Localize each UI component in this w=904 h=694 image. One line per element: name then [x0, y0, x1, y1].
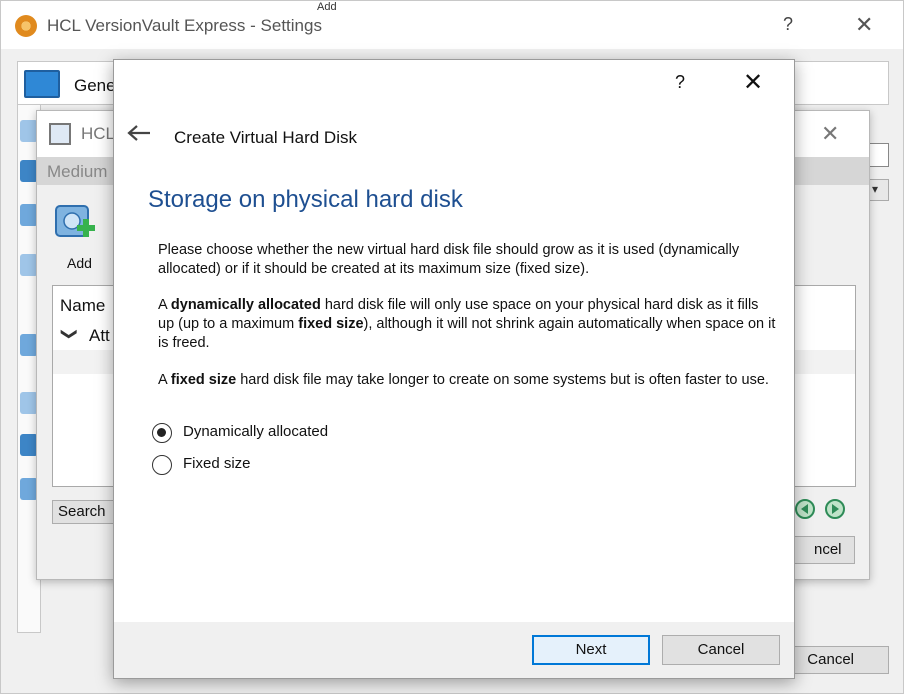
option-label[interactable]: Dynamically allocated [183, 423, 328, 440]
radio-button[interactable] [152, 455, 172, 475]
back-arrow-icon[interactable] [126, 124, 152, 142]
medium-add-label: Add [67, 255, 92, 271]
app-icon [15, 15, 37, 37]
dialog-footer: Next Cancel [114, 622, 794, 678]
settings-add-label: Add [317, 1, 337, 13]
medium-window-title: HCL [81, 124, 116, 143]
settings-close-icon[interactable]: ✕ [855, 12, 873, 38]
medium-close-icon[interactable]: ✕ [821, 121, 839, 147]
search-next-icon[interactable] [823, 497, 849, 523]
description-paragraph: Please choose whether the new virtual ha… [158, 242, 740, 277]
general-icon [24, 70, 60, 98]
fixed-explanation-paragraph: A fixed size hard disk file may take lon… [158, 372, 769, 388]
radio-button-selected[interactable] [152, 423, 172, 443]
add-disk-icon [55, 205, 95, 237]
settings-titlebar: HCL VersionVault Express - Settings Add … [1, 1, 903, 49]
create-virtual-hard-disk-dialog: ? ✕ Create Virtual Hard Disk Storage on … [113, 59, 795, 679]
medium-app-icon [49, 123, 71, 145]
help-icon[interactable]: ? [675, 72, 685, 93]
settings-help-icon[interactable]: ? [783, 14, 793, 35]
dynamic-explanation-paragraph: A dynamically allocated hard disk file w… [158, 297, 776, 351]
chevron-down-icon: ▾ [872, 182, 879, 196]
medium-search-button[interactable]: Search [52, 500, 116, 524]
page-heading: Storage on physical hard disk [148, 186, 463, 213]
option-label[interactable]: Fixed size [183, 455, 251, 472]
close-icon[interactable]: ✕ [743, 68, 763, 97]
chevron-down-icon[interactable]: ❯ [60, 327, 80, 340]
tree-row-attached[interactable]: Att [89, 326, 110, 346]
search-previous-icon[interactable] [793, 497, 819, 523]
settings-window-title: HCL VersionVault Express - Settings [47, 16, 322, 35]
medium-add-button[interactable]: Add [53, 201, 109, 271]
cancel-button[interactable]: Cancel [662, 635, 780, 665]
column-header-name[interactable]: Name [60, 296, 105, 316]
medium-header-label: Medium [47, 162, 108, 181]
dialog-title: Create Virtual Hard Disk [174, 128, 357, 147]
next-button[interactable]: Next [532, 635, 650, 665]
settings-general-label: Gene [74, 76, 116, 95]
